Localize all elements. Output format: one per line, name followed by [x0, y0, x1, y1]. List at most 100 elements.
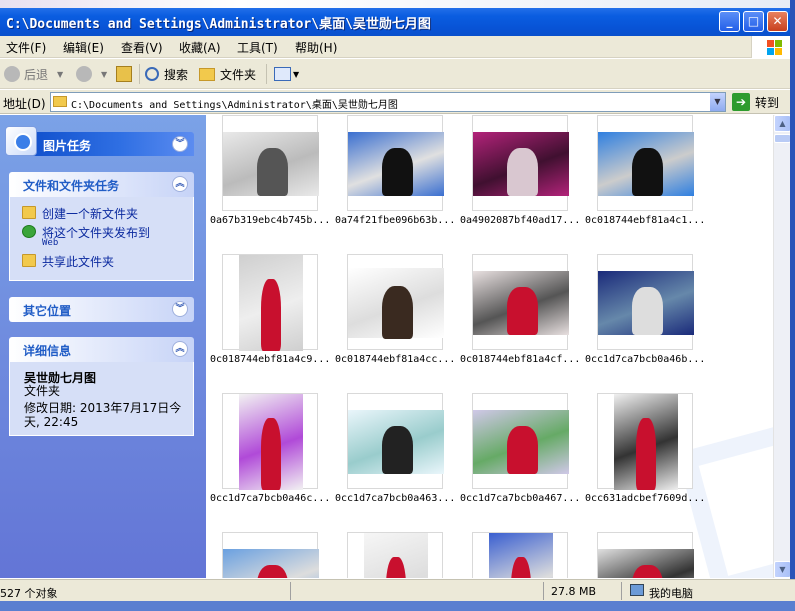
- details-title: 详细信息: [23, 344, 72, 358]
- thumbnail-filename[interactable]: 0cc1d7ca7bcb0a46c...: [210, 493, 330, 504]
- scroll-up-button[interactable]: ▲: [774, 115, 791, 132]
- thumbnail-item[interactable]: [597, 393, 693, 490]
- thumbnail-image: [348, 132, 444, 196]
- thumbnail-figure: [257, 565, 288, 578]
- other-places-panel: 其它位置 ︾: [9, 297, 194, 322]
- address-bar: 地址(D) C:\Documents and Settings\Administ…: [0, 90, 795, 114]
- thumbnail-item[interactable]: [597, 115, 694, 211]
- thumbnail-figure: [636, 418, 656, 490]
- thumbnail-item[interactable]: [472, 393, 569, 489]
- scroll-thumb[interactable]: [774, 134, 791, 143]
- search-button[interactable]: 搜索: [145, 64, 188, 84]
- other-places-header[interactable]: 其它位置 ︾: [9, 297, 194, 322]
- thumbnail-filename[interactable]: 0cc1d7ca7bcb0a463...: [335, 493, 455, 504]
- window-title: C:\Documents and Settings\Administrator\…: [6, 17, 431, 32]
- thumbnail-figure: [382, 426, 413, 474]
- menu-tools[interactable]: 工具(T): [237, 39, 278, 56]
- thumbnail-image: [348, 410, 444, 474]
- thumbnail-filename[interactable]: 0a74f21fbe096b63b...: [335, 215, 455, 226]
- thumbnail-item[interactable]: [597, 254, 694, 350]
- close-button[interactable]: ✕: [767, 11, 788, 32]
- up-folder-button[interactable]: [116, 64, 132, 84]
- forward-dropdown-icon[interactable]: ▼: [101, 64, 107, 84]
- toolbar-separator: [139, 64, 140, 84]
- collapse-chevron-icon[interactable]: ︽: [172, 176, 188, 192]
- views-icon: [274, 67, 291, 81]
- file-tasks-body: 创建一个新文件夹 将这个文件夹发布到 Web 共享此文件夹: [9, 197, 194, 281]
- thumbnail-figure: [507, 148, 538, 196]
- share-folder-icon: [22, 254, 36, 267]
- thumbnail-item[interactable]: [222, 532, 319, 578]
- back-button[interactable]: 后退: [4, 64, 48, 84]
- title-bar[interactable]: C:\Documents and Settings\Administrator\…: [0, 0, 795, 40]
- status-bar: 527 个对象 27.8 MB 我的电脑: [0, 579, 795, 601]
- thumbnail-image: [223, 549, 319, 578]
- thumbnail-item[interactable]: [222, 393, 318, 490]
- minimize-button[interactable]: _: [719, 11, 740, 32]
- thumbnail-figure: [382, 148, 413, 196]
- thumbnail-filename[interactable]: 0a67b319ebc4b745b...: [210, 215, 330, 226]
- file-view[interactable]: 0a67b319ebc4b745b... 0a74f21fbe096b63b...…: [206, 115, 773, 578]
- menu-favorites[interactable]: 收藏(A): [179, 39, 221, 56]
- folders-button[interactable]: 文件夹: [199, 64, 256, 84]
- thumbnail-item[interactable]: [347, 115, 444, 211]
- thumbnail-figure: [632, 148, 663, 196]
- thumbnail-image: [348, 268, 444, 339]
- go-button[interactable]: ➔ 转到: [732, 93, 779, 111]
- task-share-folder[interactable]: 共享此文件夹: [22, 253, 114, 270]
- collapse-chevron-icon[interactable]: ︽: [172, 341, 188, 357]
- task-new-folder[interactable]: 创建一个新文件夹: [22, 205, 138, 222]
- collapse-chevron-icon[interactable]: ︾: [172, 136, 188, 152]
- thumbnail-image: [489, 533, 553, 578]
- thumbnail-item[interactable]: [347, 254, 444, 350]
- scroll-down-button[interactable]: ▼: [774, 561, 791, 578]
- thumbnail-figure: [261, 418, 281, 490]
- thumbnail-filename[interactable]: 0c018744ebf81a4cf...: [460, 354, 580, 365]
- thumbnail-figure: [511, 557, 531, 578]
- picture-tasks-header[interactable]: 图片任务 ︾: [5, 126, 194, 156]
- thumbnail-filename[interactable]: 0c018744ebf81a4c9...: [210, 354, 330, 365]
- menu-help[interactable]: 帮助(H): [295, 39, 337, 56]
- maximize-button[interactable]: □: [743, 11, 764, 32]
- menu-edit[interactable]: 编辑(E): [63, 39, 104, 56]
- expand-chevron-icon[interactable]: ︾: [172, 301, 188, 317]
- forward-arrow-icon: [76, 66, 92, 82]
- thumbnail-figure: [507, 287, 538, 335]
- picture-tasks-icon: [5, 126, 37, 156]
- other-places-title: 其它位置: [23, 304, 72, 318]
- details-body: 吴世勋七月图 文件夹 修改日期: 2013年7月17日今 天, 22:45: [9, 362, 194, 436]
- menu-view[interactable]: 查看(V): [121, 39, 163, 56]
- thumbnail-filename[interactable]: 0cc631adcbef7609d...: [585, 493, 705, 504]
- menu-file[interactable]: 文件(F): [6, 39, 46, 56]
- file-tasks-header[interactable]: 文件和文件夹任务 ︽: [9, 172, 194, 197]
- file-tasks-title: 文件和文件夹任务: [23, 179, 120, 193]
- thumbnail-image: [473, 132, 569, 196]
- status-location: 我的电脑: [649, 587, 693, 600]
- address-dropdown-icon[interactable]: ▼: [709, 93, 725, 111]
- thumbnail-item[interactable]: [222, 115, 319, 211]
- thumbnail-item[interactable]: [472, 532, 568, 578]
- vertical-scrollbar[interactable]: ▲ ▼: [773, 115, 791, 578]
- thumbnail-item[interactable]: [597, 532, 694, 578]
- thumbnail-figure: [382, 286, 413, 339]
- task-new-folder-label: 创建一个新文件夹: [42, 207, 139, 221]
- back-dropdown-icon[interactable]: ▼: [57, 64, 63, 84]
- thumbnail-item[interactable]: [347, 532, 443, 578]
- up-folder-icon: [116, 66, 132, 82]
- views-dropdown-icon: ▼: [293, 69, 300, 79]
- details-header[interactable]: 详细信息 ︽: [9, 337, 194, 362]
- address-field[interactable]: C:\Documents and Settings\Administrator\…: [50, 92, 726, 112]
- thumbnail-item[interactable]: [347, 393, 444, 489]
- thumbnail-filename[interactable]: 0cc1d7ca7bcb0a467...: [460, 493, 580, 504]
- thumbnail-filename[interactable]: 0cc1d7ca7bcb0a46b...: [585, 354, 705, 365]
- forward-button[interactable]: [76, 64, 96, 84]
- go-label: 转到: [755, 95, 780, 110]
- thumbnail-filename[interactable]: 0c018744ebf81a4c1...: [585, 215, 705, 226]
- thumbnail-filename[interactable]: 0a4902087bf40ad17...: [460, 215, 580, 226]
- thumbnail-item[interactable]: [472, 115, 569, 211]
- thumbnail-filename[interactable]: 0c018744ebf81a4cc...: [335, 354, 455, 365]
- views-button[interactable]: ▼: [274, 64, 299, 84]
- thumbnail-item[interactable]: [472, 254, 569, 350]
- thumbnail-item[interactable]: [222, 254, 318, 351]
- task-publish-web-suffix[interactable]: Web: [42, 238, 58, 248]
